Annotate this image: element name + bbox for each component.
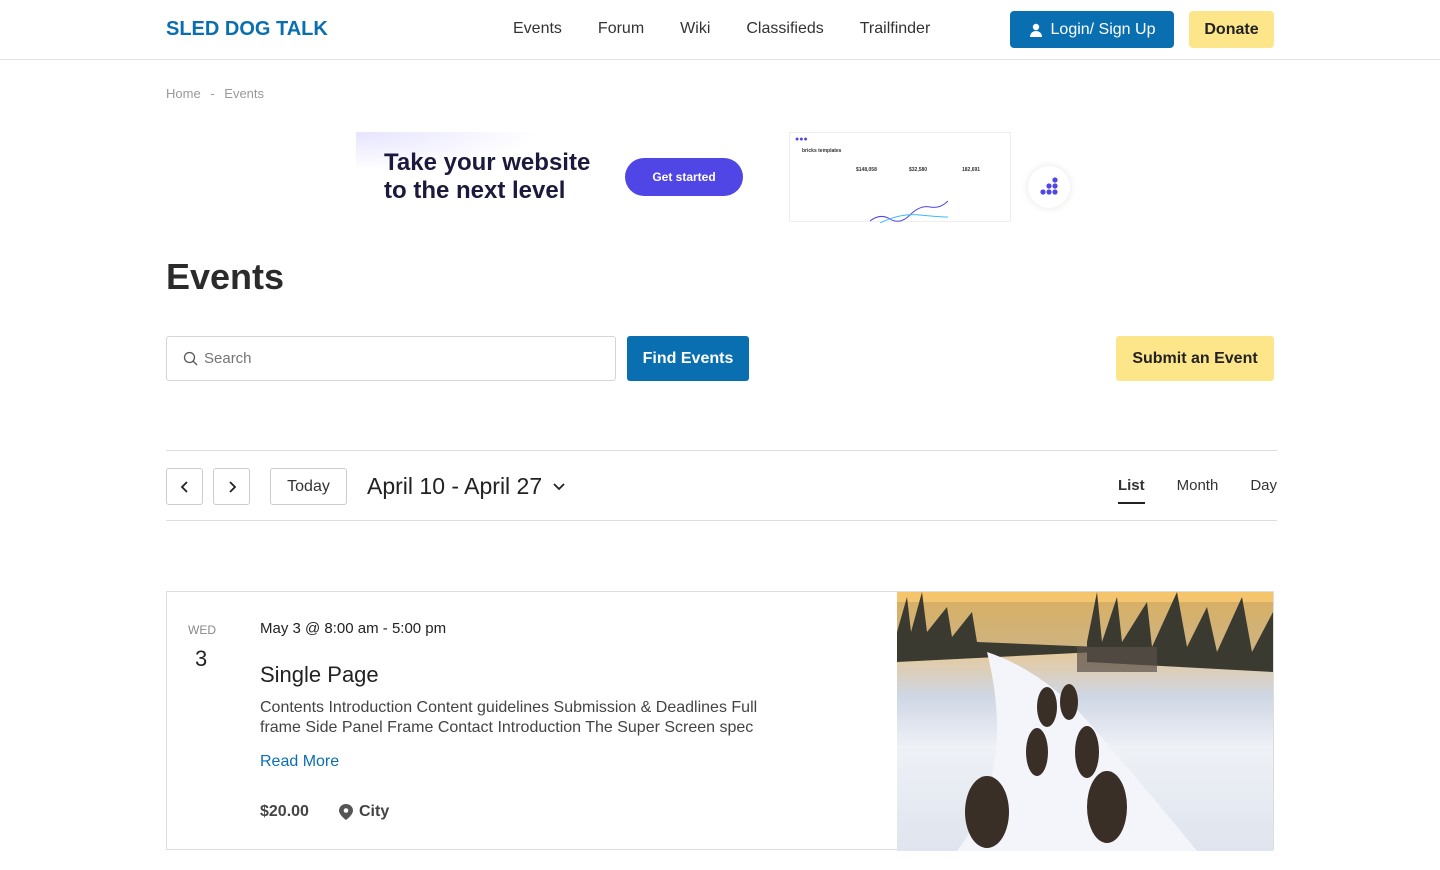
- search-field[interactable]: [166, 336, 616, 381]
- submit-event-button[interactable]: Submit an Event: [1116, 336, 1274, 381]
- chevron-left-icon: [180, 480, 188, 493]
- event-weekday: WED: [188, 623, 216, 637]
- window-dots-icon: ●●●: [795, 136, 808, 143]
- prev-button[interactable]: [166, 468, 203, 505]
- search-input[interactable]: [204, 350, 584, 367]
- dash-stat: 182,691: [962, 167, 981, 173]
- user-icon: [1029, 23, 1042, 37]
- ad-banner[interactable]: Take your website to the next level Get s…: [356, 132, 1072, 223]
- dash-stat: $32,580: [909, 167, 928, 173]
- date-range-label: April 10 - April 27: [367, 473, 543, 499]
- event-day: 3: [195, 646, 208, 671]
- page-title: Events: [166, 256, 285, 297]
- event-title[interactable]: Single Page: [260, 662, 379, 688]
- get-started-button[interactable]: Get started: [625, 158, 743, 196]
- brand-dots-icon: [1028, 166, 1070, 208]
- calendar-toolbar: Today April 10 - April 27 List Month Day: [166, 450, 1277, 521]
- banner-title: Take your website to the next level: [384, 149, 590, 205]
- banner-line-1: Take your website: [384, 149, 591, 176]
- date-range-picker[interactable]: April 10 - April 27: [367, 473, 566, 500]
- event-image[interactable]: [897, 592, 1273, 851]
- next-button[interactable]: [213, 468, 250, 505]
- dash-stat: $148,058: [856, 167, 877, 173]
- sled-dogs-photo: [897, 592, 1273, 851]
- view-day[interactable]: Day: [1250, 477, 1277, 504]
- map-pin-icon: [339, 804, 353, 820]
- event-datetime: May 3 @ 8:00 am - 5:00 pm: [260, 620, 447, 637]
- dash-brand: bricks templates: [802, 148, 842, 154]
- banner-line-2: to the next level: [384, 177, 566, 204]
- nav-classifieds[interactable]: Classifieds: [746, 20, 823, 38]
- view-list[interactable]: List: [1117, 477, 1145, 504]
- sales-chart: [870, 200, 949, 223]
- read-more-link[interactable]: Read More: [260, 753, 339, 771]
- chevron-right-icon: [228, 480, 236, 493]
- logo[interactable]: SLED DOG TALK: [166, 18, 328, 41]
- login-label: Login/ Sign Up: [1050, 20, 1156, 38]
- breadcrumb-current: Events: [224, 86, 265, 101]
- donate-button[interactable]: Donate: [1189, 11, 1274, 48]
- login-button[interactable]: Login/ Sign Up: [1010, 11, 1174, 48]
- search-icon: [183, 351, 198, 366]
- dashboard-preview: ●●● bricks templates $148,058 $32,580 18…: [789, 132, 1011, 223]
- chevron-down-icon: [553, 482, 565, 490]
- location-label: City: [359, 803, 390, 820]
- nav-events[interactable]: Events: [513, 20, 562, 38]
- nav-wiki[interactable]: Wiki: [680, 20, 710, 38]
- event-description: Contents Introduction Content guidelines…: [260, 699, 758, 736]
- breadcrumb-home[interactable]: Home: [166, 86, 201, 101]
- today-button[interactable]: Today: [270, 468, 347, 505]
- breadcrumb: Home - Events: [166, 86, 264, 101]
- main-nav: Events Forum Wiki Classifieds Trailfinde…: [513, 20, 930, 38]
- view-switcher: List Month Day: [1117, 477, 1277, 504]
- view-month[interactable]: Month: [1177, 477, 1219, 504]
- breadcrumb-separator: -: [210, 86, 215, 101]
- header: SLED DOG TALK Events Forum Wiki Classifi…: [0, 0, 1440, 60]
- nav-trailfinder[interactable]: Trailfinder: [860, 20, 931, 38]
- event-location: City: [339, 803, 389, 821]
- nav-forum[interactable]: Forum: [598, 20, 644, 38]
- event-price: $20.00: [260, 803, 309, 820]
- event-card: WED 3 May 3 @ 8:00 am - 5:00 pm Single P…: [166, 591, 1274, 851]
- find-events-button[interactable]: Find Events: [627, 336, 749, 381]
